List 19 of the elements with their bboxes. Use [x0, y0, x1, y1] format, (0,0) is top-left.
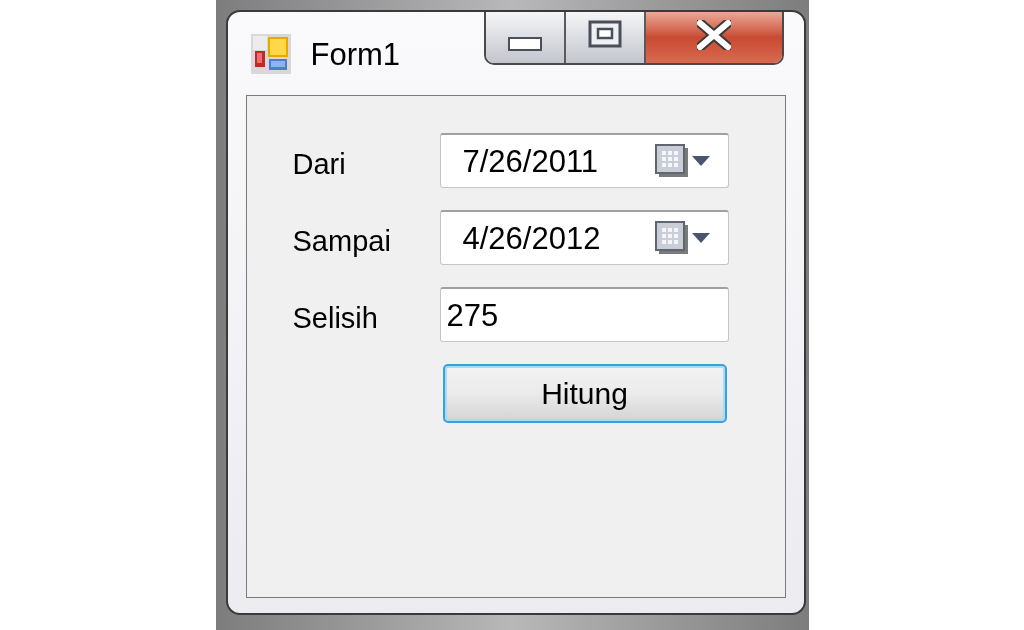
minimize-icon[interactable] [507, 36, 542, 51]
date-field[interactable]: 7/26/2011 [439, 133, 729, 188]
input-field[interactable]: 275 [439, 287, 729, 342]
maximize-icon[interactable] [587, 19, 622, 48]
field-label: Selisih [292, 301, 379, 333]
caret-icon[interactable] [691, 233, 710, 243]
app-icon [250, 34, 291, 74]
minimize-button[interactable] [485, 12, 566, 63]
field-label: Dari [292, 147, 347, 179]
field-label: Sampai [292, 224, 392, 256]
close-icon[interactable] [696, 19, 731, 50]
calculate-button[interactable]: Hitung [442, 364, 727, 423]
close-button[interactable] [645, 12, 782, 63]
date-field[interactable]: 4/26/2012 [439, 210, 729, 265]
maximize-button[interactable] [565, 12, 646, 63]
calendar-icon[interactable] [654, 144, 689, 178]
caret-icon[interactable] [691, 156, 710, 166]
window-title: Form1 [310, 38, 401, 70]
calendar-icon[interactable] [654, 221, 689, 255]
